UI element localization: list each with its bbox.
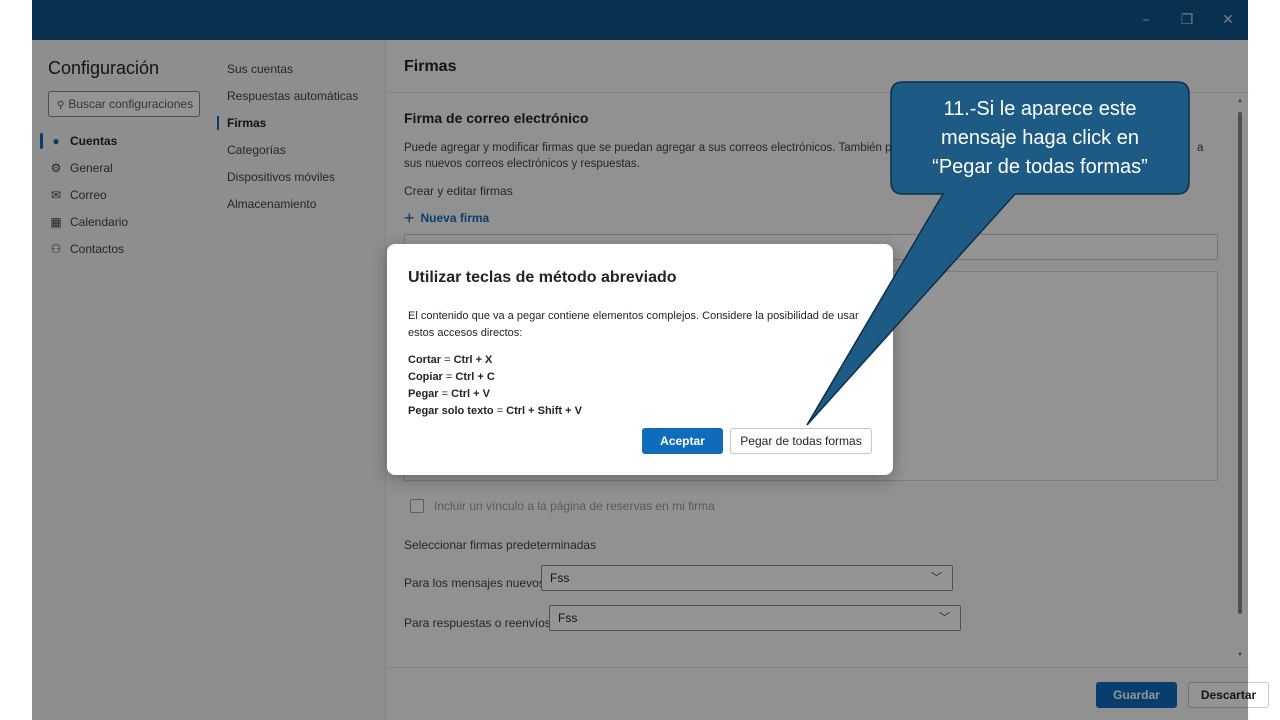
shortcut-paste-text: Pegar solo texto = Ctrl + Shift + V bbox=[408, 405, 582, 417]
callout-text: 11.-Si le aparece este mensaje haga clic… bbox=[891, 82, 1189, 194]
paste-anyway-button[interactable]: Pegar de todas formas bbox=[730, 428, 872, 454]
shortcut-keys: Ctrl + V bbox=[451, 388, 490, 400]
callout-line: “Pegar de todas formas” bbox=[932, 156, 1148, 178]
shortcut-copy: Copiar = Ctrl + C bbox=[408, 371, 495, 383]
dialog-message: El contenido que va a pegar contiene ele… bbox=[408, 310, 859, 339]
shortcut-paste: Pegar = Ctrl + V bbox=[408, 388, 490, 400]
dialog-title: Utilizar teclas de método abreviado bbox=[408, 269, 677, 286]
shortcut-keys: Ctrl + C bbox=[455, 371, 495, 383]
callout-line: mensaje haga click en bbox=[941, 127, 1139, 149]
shortcut-name: Pegar solo texto bbox=[408, 405, 494, 417]
shortcut-name: Cortar bbox=[408, 354, 442, 366]
accept-button[interactable]: Aceptar bbox=[642, 428, 723, 454]
callout-line: 11.-Si le aparece este bbox=[943, 98, 1137, 120]
shortcut-keys: Ctrl + Shift + V bbox=[506, 405, 582, 417]
shortcut-keys: Ctrl + X bbox=[453, 354, 493, 366]
shortcut-name: Copiar bbox=[408, 371, 443, 383]
shortcut-cut: Cortar = Ctrl + X bbox=[408, 354, 493, 366]
shortcut-name: Pegar bbox=[408, 388, 439, 400]
shortcut-dialog: Utilizar teclas de método abreviado El c… bbox=[387, 244, 893, 475]
